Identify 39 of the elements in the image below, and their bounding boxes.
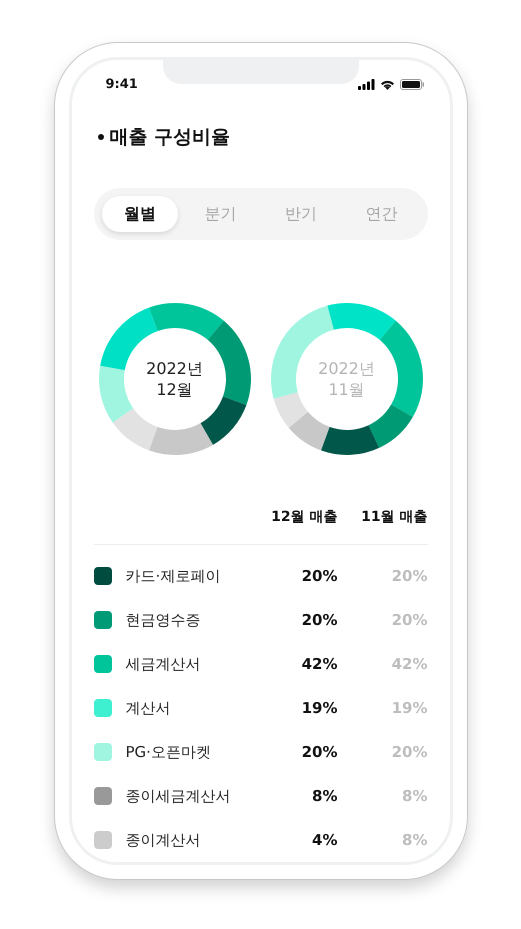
table-cell-text: 19% [390,699,428,717]
legend-label: 종이계산서 [126,830,202,850]
period-tab[interactable]: 반기 [262,196,339,232]
signal-icon [358,78,374,90]
table-cell-text: 20% [390,743,428,761]
column-header: 11월 매출 [360,508,428,526]
donut-month-label: 12월 [156,379,193,400]
period-tab[interactable]: 연간 [343,196,420,232]
table-cell-text: 19% [300,699,338,717]
table-cell-text: 42% [300,655,338,673]
table-cell-text: 20% [300,611,338,629]
donut-slice [288,412,330,450]
table-cell-text: 42% [390,655,428,673]
table-cell-text: 8% [311,787,338,805]
table-cell-text: 4% [311,831,338,849]
legend-label: 계산서 [126,698,172,718]
donut-year-label: 2022년 [318,358,375,379]
bullet-icon [98,134,104,140]
battery-icon [400,78,424,90]
legend-label: PG·오픈마켓 [126,742,212,762]
status-time: 9:41 [106,76,138,92]
column-header: 12월 매출 [270,508,338,526]
donut-year-label: 2022년 [146,358,203,379]
table-cell-text: 20% [390,567,428,585]
legend-label: 세금계산서 [126,654,202,674]
period-tab[interactable]: 분기 [182,196,258,232]
table-cell-text: 20% [300,743,338,761]
legend-label: 카드·제로페이 [126,566,222,586]
table-cell-text: 8% [401,831,428,849]
period-tab[interactable]: 월별 [102,196,178,232]
section-title: 매출 구성비율 [110,125,230,150]
donut-slice [112,408,158,450]
wifi-icon [380,78,394,90]
table-cell-text: 20% [390,611,428,629]
legend-label: 종이세금계산서 [126,786,232,806]
legend-label: 현금영수증 [126,610,202,630]
donut-month-label: 11월 [328,379,365,400]
table-cell-text: 8% [401,787,428,805]
table-cell-text: 20% [300,567,338,585]
